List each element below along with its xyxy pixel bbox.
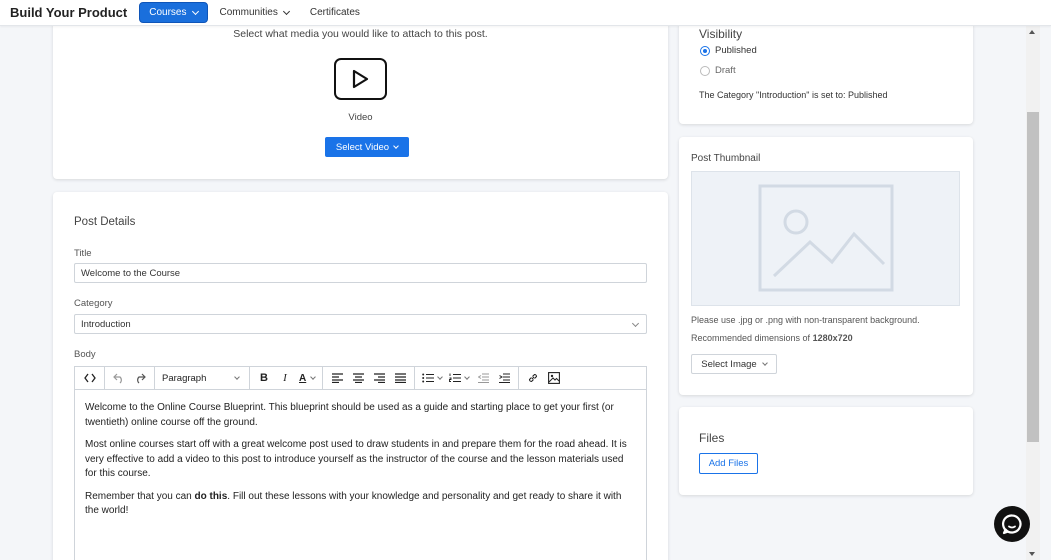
thumbnail-dimensions-note: Recommended dimensions of 1280x720 (691, 333, 853, 343)
chevron-down-icon (437, 374, 444, 380)
brand-title[interactable]: Build Your Product (10, 5, 127, 20)
chevron-down-icon (631, 319, 640, 328)
thumbnail-dimensions-value: 1280x720 (812, 333, 853, 343)
visibility-note: The Category "Introduction" is set to: P… (699, 90, 888, 100)
media-card: Select what media you would like to atta… (53, 22, 668, 179)
nav-courses[interactable]: Courses (139, 2, 208, 23)
radio-draft-label: Draft (715, 65, 736, 76)
scroll-up-arrow-icon[interactable] (1029, 30, 1035, 34)
chevron-down-icon (310, 374, 317, 380)
toolbar-divider (414, 366, 416, 390)
radio-checked-icon (700, 45, 710, 56)
body-text: Remember that you can (85, 490, 195, 502)
body-label: Body (74, 349, 96, 360)
image-placeholder-icon (758, 184, 894, 292)
editor-toolbar: Paragraph B I A (75, 366, 646, 390)
toolbar-divider (249, 366, 250, 390)
redo-icon[interactable] (133, 369, 147, 387)
select-image-button[interactable]: Select Image (691, 354, 777, 374)
chevron-down-icon (191, 7, 199, 15)
indent-icon[interactable] (497, 369, 511, 387)
undo-icon[interactable] (112, 369, 126, 387)
link-icon[interactable] (526, 369, 540, 387)
align-justify-icon[interactable] (393, 369, 407, 387)
italic-icon[interactable]: I (278, 369, 292, 387)
align-right-icon[interactable] (372, 369, 386, 387)
title-input-value: Welcome to the Course (81, 267, 181, 279)
radio-published[interactable]: Published (700, 45, 757, 56)
category-select[interactable]: Introduction (74, 314, 647, 334)
block-format-select[interactable]: Paragraph (162, 369, 242, 387)
nav-certificates-label: Certificates (309, 7, 360, 18)
category-label: Category (74, 298, 113, 309)
nav-communities[interactable]: Communities (211, 2, 298, 23)
chevron-down-icon (761, 360, 768, 366)
text-color-icon[interactable]: A (299, 369, 317, 387)
bullet-list-icon[interactable] (422, 369, 444, 387)
chevron-down-icon (464, 374, 471, 380)
select-video-label: Select Video (335, 141, 390, 153)
add-files-button[interactable]: Add Files (699, 453, 758, 474)
category-select-value: Introduction (81, 318, 131, 330)
body-paragraph: Welcome to the Online Course Blueprint. … (85, 402, 614, 428)
visibility-card: Visibility Published Draft The Category … (679, 22, 973, 124)
files-title: Files (699, 431, 725, 445)
chat-bubble-icon (1001, 514, 1022, 535)
post-details-title: Post Details (74, 216, 136, 228)
bold-icon[interactable]: B (257, 369, 271, 387)
scroll-down-arrow-icon[interactable] (1029, 552, 1035, 556)
nav-communities-label: Communities (219, 7, 278, 18)
select-video-button[interactable]: Select Video (325, 137, 409, 157)
toolbar-divider (322, 366, 324, 390)
radio-draft[interactable]: Draft (700, 65, 736, 76)
editor-content[interactable]: Welcome to the Online Course Blueprint. … (75, 390, 646, 538)
select-image-label: Select Image (701, 358, 757, 370)
add-files-label: Add Files (708, 458, 749, 469)
nav-certificates[interactable]: Certificates (301, 2, 369, 23)
radio-published-label: Published (715, 45, 757, 56)
thumbnail-title: Post Thumbnail (691, 153, 761, 164)
outdent-icon[interactable] (476, 369, 490, 387)
chat-widget-button[interactable] (994, 506, 1030, 542)
image-icon[interactable] (547, 369, 561, 387)
chevron-down-icon (282, 7, 290, 15)
thumbnail-preview[interactable] (691, 171, 960, 306)
numbered-list-icon[interactable] (449, 369, 471, 387)
body-bold-text: do this (194, 490, 228, 502)
play-icon (352, 69, 369, 89)
toolbar-divider (154, 366, 155, 390)
title-input[interactable]: Welcome to the Course (74, 263, 647, 283)
code-view-icon[interactable] (83, 369, 97, 387)
radio-unchecked-icon (700, 65, 710, 76)
top-nav: Build Your Product Courses Communities C… (0, 0, 1051, 26)
toolbar-divider (104, 366, 105, 390)
page-scrollbar[interactable] (1026, 26, 1040, 560)
media-prompt: Select what media you would like to atta… (233, 28, 488, 40)
align-left-icon[interactable] (330, 369, 344, 387)
block-format-value: Paragraph (162, 372, 207, 384)
chevron-down-icon (234, 374, 240, 380)
video-play-icon[interactable] (334, 58, 387, 100)
body-paragraph: Remember that you can do this. Fill out … (85, 490, 636, 519)
body-editor[interactable]: Paragraph B I A Welcome to the Online Co… (74, 366, 647, 560)
title-label: Title (74, 248, 92, 259)
align-center-icon[interactable] (351, 369, 365, 387)
thumbnail-dimensions-prefix: Recommended dimensions of (691, 333, 813, 343)
files-card: Files Add Files (679, 407, 973, 495)
video-label: Video (348, 112, 373, 123)
chevron-down-icon (393, 142, 399, 149)
scrollbar-thumb[interactable] (1027, 112, 1039, 442)
visibility-title: Visibility (699, 27, 743, 41)
body-paragraph: Most online courses start off with a gre… (85, 439, 627, 479)
toolbar-divider (518, 366, 520, 390)
thumbnail-format-note: Please use .jpg or .png with non-transpa… (691, 315, 920, 325)
post-details-card: Post Details Title Welcome to the Course… (53, 192, 668, 560)
post-thumbnail-card: Post Thumbnail Please use .jpg or .png w… (679, 137, 973, 395)
nav-courses-label: Courses (149, 7, 187, 18)
